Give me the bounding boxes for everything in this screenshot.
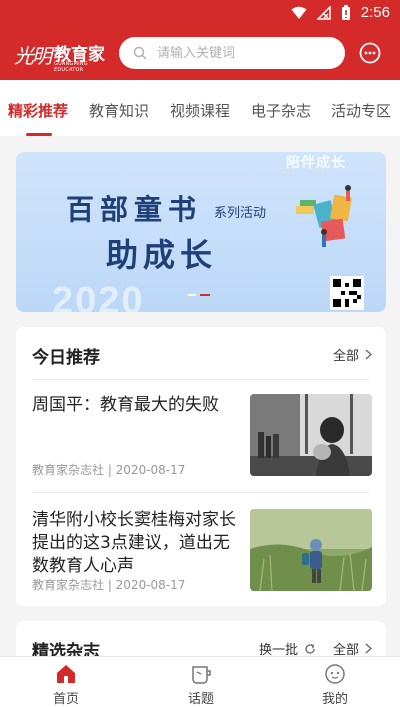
chevron-right-icon — [365, 349, 372, 360]
article-thumbnail — [250, 394, 372, 476]
view-all-button[interactable]: 全部 — [333, 345, 372, 364]
banner-year: 2020 — [52, 280, 145, 312]
tab-events[interactable]: 活动专区 — [331, 100, 391, 121]
logo-script: 光明 — [14, 44, 52, 68]
search-icon — [133, 46, 147, 60]
nav-label: 首页 — [52, 692, 79, 707]
home-icon — [57, 665, 75, 683]
article-thumbnail — [250, 509, 372, 591]
banner-headline-2: 助成长 — [106, 236, 218, 274]
nav-topics[interactable]: 话题 — [171, 663, 231, 707]
tab-education-knowledge[interactable]: 教育知识 — [89, 100, 149, 121]
refresh-icon — [305, 643, 315, 654]
article-item[interactable]: 清华附小校长窦桂梅对家长提出的这3点建议，道出无数教育人心声 教育家杂志社 | … — [32, 509, 372, 593]
carousel-dots — [188, 294, 210, 296]
face-icon — [325, 664, 345, 684]
divider — [32, 492, 370, 493]
nav-home[interactable]: 首页 — [36, 663, 96, 707]
banner-headline: 百部童书 — [66, 193, 203, 226]
clock: 2:56 — [360, 4, 390, 21]
banner-tag: 陪伴成长 — [286, 155, 346, 171]
article-meta: 教育家杂志社 | 2020-08-17 — [32, 463, 186, 477]
article-title: 清华附小校长窦桂梅对家长提出的这3点建议，道出无数教育人心声 — [32, 510, 236, 576]
article-title: 周国平：教育最大的失败 — [32, 395, 219, 415]
bottom-navigation: 首页 话题 我的 — [0, 656, 400, 707]
active-tab-indicator — [26, 133, 52, 136]
no-signal-icon — [316, 5, 331, 20]
chevron-right-icon — [365, 643, 372, 654]
qr-code — [330, 276, 364, 310]
carousel-dot-active[interactable] — [200, 294, 210, 296]
cup-icon — [192, 666, 211, 684]
tab-featured[interactable]: 精彩推荐 — [8, 100, 68, 121]
books-illustration — [296, 185, 352, 247]
app-logo[interactable]: 光明 教育家 GUANGMING EDUCATOR — [14, 38, 106, 73]
search-box[interactable] — [119, 37, 345, 69]
divider — [32, 379, 370, 380]
status-icons: 2:56 — [291, 4, 390, 21]
carousel-dot[interactable] — [188, 294, 196, 296]
battery-icon — [341, 4, 350, 20]
tab-video-courses[interactable]: 视频课程 — [170, 100, 230, 121]
category-tabs: 精彩推荐 教育知识 视频课程 电子杂志 活动专区 — [0, 80, 400, 136]
nav-profile[interactable]: 我的 — [305, 663, 365, 707]
nav-label: 我的 — [321, 692, 348, 707]
app-header: 光明 教育家 GUANGMING EDUCATOR — [0, 28, 400, 80]
nav-label: 话题 — [187, 692, 214, 707]
tab-e-magazine[interactable]: 电子杂志 — [251, 100, 311, 121]
wifi-icon — [291, 6, 307, 19]
view-all-label: 全部 — [332, 349, 359, 364]
banner-subtitle: 系列活动 — [214, 206, 267, 221]
today-recommend-card: 今日推荐 全部 周国平：教育最大的失败 教育家杂志社 | 2020-08-17 … — [16, 327, 386, 606]
promo-banner[interactable]: 陪伴成长 百部童书 系列活动 助成长 2020 — [16, 152, 386, 312]
message-icon[interactable] — [359, 42, 381, 64]
section-title: 今日推荐 — [32, 348, 100, 368]
article-item[interactable]: 周国平：教育最大的失败 教育家杂志社 | 2020-08-17 — [32, 394, 372, 478]
logo-subtitle: GUANGMING EDUCATOR — [54, 61, 88, 73]
search-input[interactable] — [157, 45, 327, 61]
article-meta: 教育家杂志社 | 2020-08-17 — [32, 578, 186, 592]
status-bar: 2:56 — [0, 0, 400, 28]
